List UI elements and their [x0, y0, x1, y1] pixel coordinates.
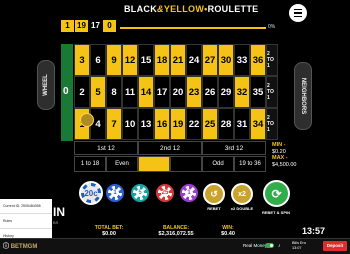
- zero-cell[interactable]: 0: [61, 44, 73, 141]
- number-cell[interactable]: 20: [170, 76, 186, 108]
- balance-stat: BALANCE: $2,316,072.55: [158, 225, 194, 237]
- even-bet[interactable]: Even: [106, 156, 138, 172]
- dozen-bet[interactable]: 2nd 12: [138, 141, 202, 155]
- yellow-bet[interactable]: [138, 156, 170, 172]
- low-bet[interactable]: 1 to 18: [74, 156, 106, 172]
- number-cell[interactable]: 22: [186, 108, 202, 140]
- partial-subtext: BS: [53, 220, 59, 225]
- number-cell[interactable]: 13: [138, 108, 154, 140]
- double-button[interactable]: x2: [231, 183, 253, 205]
- history-result: 1: [61, 20, 74, 32]
- rebet-button[interactable]: ↺: [203, 183, 225, 205]
- column-bet[interactable]: 2 TO 1: [266, 108, 278, 140]
- account-mini: Bills Ero 13:07: [292, 241, 306, 250]
- game-info-dropdown: Current ID: 2505484058 Rules History: [0, 199, 52, 244]
- number-cell[interactable]: 18: [154, 44, 170, 76]
- number-cell[interactable]: 11: [122, 76, 138, 108]
- respin-icon: ⟳: [271, 186, 282, 201]
- hamburger-icon: [294, 8, 302, 11]
- chip-1[interactable]: 1: [106, 184, 124, 202]
- partial-text: IN: [53, 205, 65, 219]
- recent-results: 1 19 17 0: [61, 20, 116, 32]
- double-label: x2 DOUBLE: [230, 206, 254, 211]
- number-cell[interactable]: 23: [186, 76, 202, 108]
- chip-1[interactable]: 1: [180, 184, 198, 202]
- number-cell[interactable]: 27: [202, 44, 218, 76]
- number-cell[interactable]: 8: [106, 76, 122, 108]
- number-cell[interactable]: 6: [90, 44, 106, 76]
- history-result: 0: [103, 20, 116, 32]
- betting-timer-bar: [120, 27, 266, 29]
- number-cell[interactable]: 5: [90, 76, 106, 108]
- history-result: 17: [89, 20, 102, 32]
- rebet-spin-label: REBET & SPIN: [261, 210, 290, 215]
- total-bet-stat: TOTAL BET: $0.00: [94, 225, 124, 237]
- dozen-bet[interactable]: 3rd 12: [202, 141, 266, 155]
- number-cell[interactable]: 36: [250, 44, 266, 76]
- round-clock: 13:57: [302, 226, 326, 236]
- number-cell[interactable]: 7: [106, 108, 122, 140]
- brand-logo: ⓘ BETMGM: [3, 244, 38, 250]
- number-cell[interactable]: 10: [122, 108, 138, 140]
- number-cell[interactable]: 29: [218, 76, 234, 108]
- wheel-tab-label: WHEEL: [43, 74, 49, 96]
- number-cell[interactable]: 16: [154, 108, 170, 140]
- dozen-bet[interactable]: 1st 12: [74, 141, 138, 155]
- number-cell[interactable]: 2: [74, 76, 90, 108]
- rebet-label: REBET: [207, 206, 221, 211]
- odd-bet[interactable]: Odd: [202, 156, 234, 172]
- timer-percent: 0%: [268, 24, 276, 30]
- number-cell[interactable]: 35: [250, 76, 266, 108]
- deposit-button[interactable]: Deposit: [323, 241, 347, 251]
- rebet-spin-button[interactable]: ⟳: [263, 180, 290, 207]
- help-icon: ⓘ: [3, 244, 10, 250]
- number-cell[interactable]: 21: [170, 44, 186, 76]
- number-cell[interactable]: 14: [138, 76, 154, 108]
- column-bet[interactable]: 2 TO 1: [266, 44, 278, 76]
- number-cell[interactable]: 3: [74, 44, 90, 76]
- number-cell[interactable]: 25: [202, 108, 218, 140]
- number-cell[interactable]: 15: [138, 44, 154, 76]
- number-cell[interactable]: 30: [218, 44, 234, 76]
- dropdown-item[interactable]: Rules: [0, 214, 52, 229]
- number-cell[interactable]: 12: [122, 44, 138, 76]
- number-cell[interactable]: 24: [186, 44, 202, 76]
- undo-icon: ↺: [210, 188, 218, 199]
- win-stat: WIN: $0.40: [221, 225, 235, 237]
- bet-limits: MIN - $0.20 MAX - $4,500.00: [272, 142, 297, 168]
- high-bet[interactable]: 19 to 36: [234, 156, 266, 172]
- number-cell[interactable]: 32: [234, 76, 250, 108]
- number-cell[interactable]: 19: [170, 108, 186, 140]
- real-money-toggle[interactable]: [265, 243, 274, 248]
- neighbors-tab[interactable]: NEIGHBORS: [294, 62, 312, 130]
- dropdown-item[interactable]: Current ID: 2505484058: [0, 199, 52, 214]
- chip-20c[interactable]: 20c: [79, 181, 103, 205]
- number-cell[interactable]: 31: [234, 108, 250, 140]
- chip-25[interactable]: 25: [156, 184, 174, 202]
- sound-icon[interactable]: ♪: [278, 243, 281, 249]
- number-cell[interactable]: 28: [218, 108, 234, 140]
- neighbors-tab-label: NEIGHBORS: [300, 77, 306, 115]
- game-title: BLACK&YELLOW•ROULETTE: [124, 4, 259, 14]
- number-cell[interactable]: 17: [154, 76, 170, 108]
- placed-chip-icon: [80, 113, 94, 127]
- number-cell[interactable]: 26: [202, 76, 218, 108]
- number-cell[interactable]: 33: [234, 44, 250, 76]
- chip-5[interactable]: 5: [131, 184, 149, 202]
- wheel-tab[interactable]: WHEEL: [37, 60, 55, 110]
- number-cell[interactable]: 9: [106, 44, 122, 76]
- history-result: 19: [75, 20, 88, 32]
- black-bet[interactable]: [170, 156, 202, 172]
- real-money-label: Real Money: [243, 243, 268, 248]
- menu-button[interactable]: [289, 4, 307, 22]
- number-cell[interactable]: 34: [250, 108, 266, 140]
- column-bet[interactable]: 2 TO 1: [266, 76, 278, 108]
